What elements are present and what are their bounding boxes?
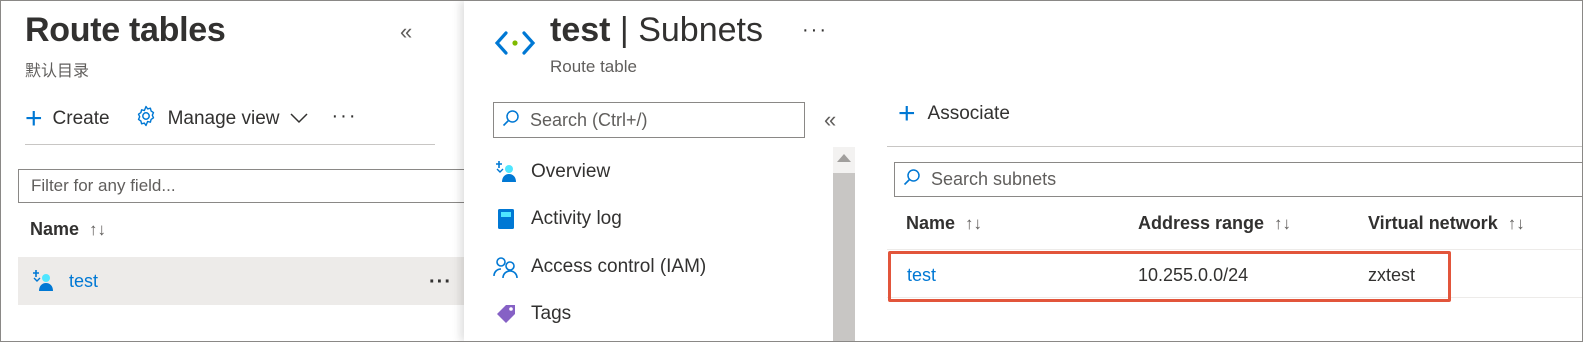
subnet-search-input[interactable]: Search subnets: [894, 162, 1582, 197]
search-icon: [502, 109, 530, 132]
plus-icon: +: [898, 97, 916, 130]
create-label: Create: [52, 107, 110, 129]
associate-button[interactable]: + Associate: [898, 97, 1010, 130]
resource-type-subtitle: Route table: [550, 57, 637, 76]
column-label: Name: [906, 213, 956, 233]
collapse-menu-button[interactable]: «: [824, 107, 836, 133]
table-row[interactable]: test: [18, 257, 464, 305]
name-column-header[interactable]: Name ↑↓: [30, 219, 106, 240]
manage-view-label: Manage view: [167, 107, 280, 129]
column-header-virtual-network[interactable]: Virtual network ↑↓: [1368, 213, 1525, 234]
sort-icon: ↑↓: [1274, 213, 1292, 233]
blade-section: | Subnets: [610, 11, 763, 49]
toolbar: + Create Manage view ···: [25, 103, 435, 145]
manage-view-button[interactable]: Manage view: [134, 104, 308, 144]
column-label: Virtual network: [1368, 213, 1498, 233]
menu-item-overview[interactable]: Overview: [493, 159, 610, 185]
route-tables-blade: Route tables 默认目录 « + Create Manage view…: [1, 1, 478, 341]
gear-icon: [134, 104, 158, 134]
row-divider: [887, 249, 1582, 250]
plus-icon: +: [25, 101, 43, 135]
tag-icon: [493, 301, 519, 327]
column-header-name[interactable]: Name ↑↓: [906, 213, 982, 234]
menu-item-label: Activity log: [531, 208, 622, 229]
associate-label: Associate: [927, 103, 1010, 124]
menu-search-input[interactable]: Search (Ctrl+/): [493, 102, 805, 138]
resource-name: test: [550, 11, 611, 49]
menu-search-placeholder: Search (Ctrl+/): [530, 109, 648, 130]
sort-icon: ↑↓: [1507, 213, 1525, 233]
route-table-link[interactable]: test: [69, 271, 98, 292]
name-column-label: Name: [30, 219, 80, 239]
sort-icon: ↑↓: [89, 219, 107, 239]
menu-item-tags[interactable]: Tags: [493, 301, 571, 327]
chevron-down-icon: [289, 108, 308, 130]
subnet-search-placeholder: Search subnets: [931, 169, 1057, 189]
blade-title: test | Subnets: [550, 11, 763, 50]
more-options-button[interactable]: ···: [802, 19, 828, 42]
directory-subtitle: 默认目录: [25, 63, 90, 80]
menu-item-label: Tags: [531, 303, 572, 324]
route-table-icon: [493, 159, 519, 185]
more-actions-button[interactable]: ···: [332, 105, 358, 142]
highlight-box: [888, 251, 1451, 302]
divider: [887, 146, 1582, 147]
iam-icon: [493, 254, 519, 280]
sort-icon: ↑↓: [965, 213, 983, 233]
collapse-blade-button[interactable]: «: [400, 19, 412, 45]
menu-scrollbar-thumb[interactable]: [833, 173, 855, 341]
create-button[interactable]: + Create: [25, 101, 110, 140]
route-table-resource-icon: [494, 27, 536, 59]
menu-item-activity-log[interactable]: Activity log: [493, 206, 622, 232]
subnets-blade: test | Subnets Route table ··· Search (C…: [464, 1, 1582, 341]
column-header-address-range[interactable]: Address range ↑↓: [1138, 213, 1291, 234]
page-title: Route tables: [25, 11, 226, 49]
search-icon: [903, 168, 931, 191]
screenshot-frame: Route tables 默认目录 « + Create Manage view…: [0, 0, 1583, 342]
scroll-up-arrow-icon[interactable]: [837, 154, 851, 162]
row-more-button[interactable]: ···: [429, 271, 452, 294]
menu-item-access-control[interactable]: Access control (IAM): [493, 254, 706, 280]
menu-item-label: Overview: [531, 161, 611, 182]
activity-log-icon: [493, 206, 519, 232]
filter-input[interactable]: Filter for any field...: [18, 169, 478, 203]
menu-item-label: Access control (IAM): [531, 256, 707, 277]
route-table-icon: [31, 269, 55, 293]
column-label: Address range: [1138, 213, 1265, 233]
